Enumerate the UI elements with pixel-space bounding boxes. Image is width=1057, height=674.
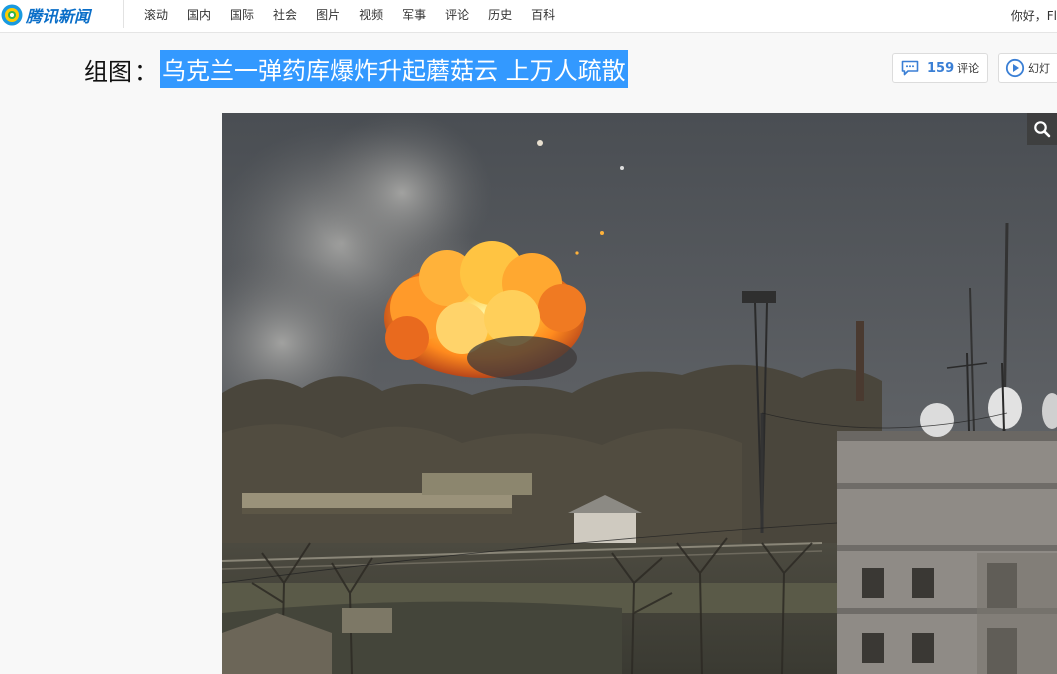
user-greeting[interactable]: 你好，Fl (1011, 7, 1057, 24)
nav-item-history[interactable]: 历史 (488, 6, 512, 23)
logo-text: 腾讯新闻 (26, 7, 91, 26)
magnifier-icon (1034, 121, 1051, 138)
nav-item-pictures[interactable]: 图片 (316, 6, 340, 23)
nav-item-international[interactable]: 国际 (230, 6, 254, 23)
nav-divider (123, 0, 124, 28)
news-photo[interactable] (222, 113, 1057, 674)
slideshow-button[interactable]: 幻灯 (998, 53, 1057, 83)
nav-item-opinion[interactable]: 评论 (445, 6, 469, 23)
comments-count: 159 (927, 60, 955, 76)
nav-item-military[interactable]: 军事 (402, 6, 426, 23)
article-title-row: 组图 ： 乌克兰一弹药库爆炸升起蘑菇云 上万人疏散 (84, 50, 628, 88)
top-navigation-bar: 腾讯新闻 滚动 国内 国际 社会 图片 视频 军事 评论 历史 百科 你好，Fl (0, 0, 1057, 33)
page-title: 乌克兰一弹药库爆炸升起蘑菇云 上万人疏散 (160, 50, 628, 88)
comments-label: 评论 (957, 62, 980, 75)
nav-item-video[interactable]: 视频 (359, 6, 383, 23)
explosion-photo-illustration (222, 113, 1057, 674)
tencent-logo-icon (1, 4, 23, 26)
nav-item-encyclopedia[interactable]: 百科 (531, 6, 555, 23)
nav-item-society[interactable]: 社会 (273, 6, 297, 23)
nav-item-domestic[interactable]: 国内 (187, 6, 211, 23)
comment-bubble-icon (901, 60, 919, 76)
nav-item-scroll[interactable]: 滚动 (144, 6, 168, 23)
title-colon: ： (134, 57, 158, 86)
title-prefix: 组图 (84, 57, 132, 86)
site-logo[interactable]: 腾讯新闻 (0, 3, 90, 27)
zoom-button[interactable] (1027, 113, 1057, 145)
play-circle-icon (1005, 58, 1025, 78)
channel-nav: 滚动 国内 国际 社会 图片 视频 军事 评论 历史 百科 (144, 0, 574, 28)
comments-button[interactable]: 159 评论 (892, 53, 988, 83)
slideshow-label: 幻灯 (1028, 62, 1050, 75)
